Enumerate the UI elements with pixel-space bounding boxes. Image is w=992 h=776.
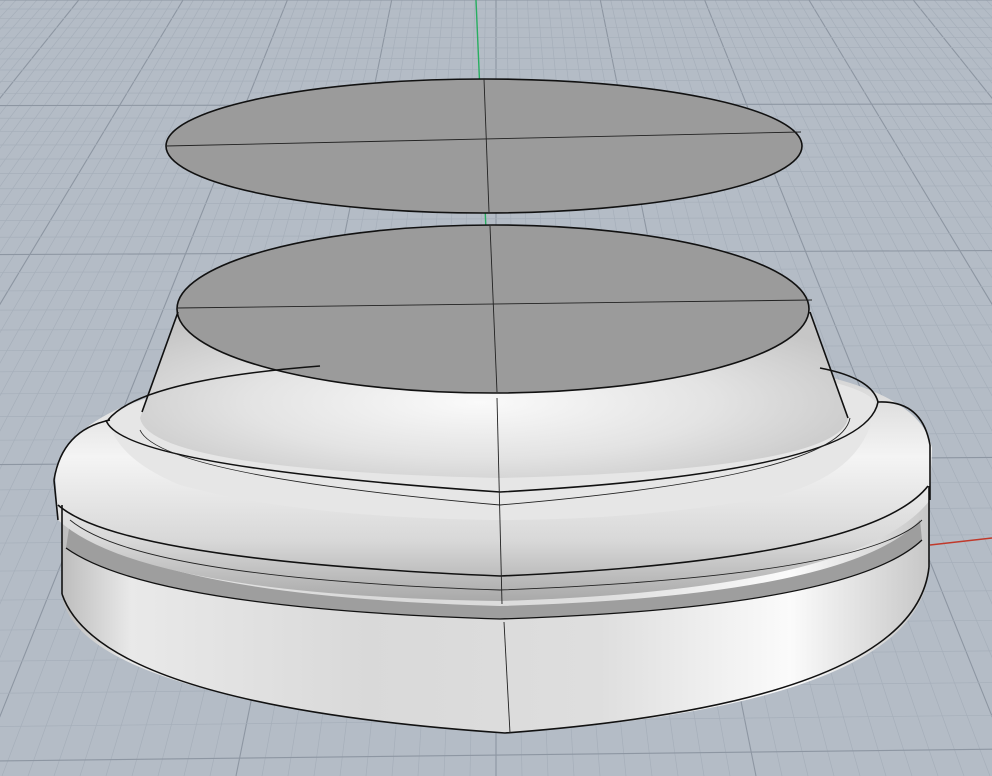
pedestal-base-solid[interactable] bbox=[53, 224, 932, 734]
floating-disc-surface[interactable] bbox=[165, 78, 803, 214]
grid-line-depth bbox=[0, 0, 90, 115]
grid-line-depth bbox=[0, 0, 17, 18]
grid-line-depth bbox=[0, 0, 6, 7]
viewport-canvas[interactable] bbox=[0, 0, 992, 776]
floating-disc-face[interactable] bbox=[165, 78, 803, 214]
grid-line-depth bbox=[0, 0, 38, 43]
grid-line-width bbox=[0, 47, 992, 49]
x-axis-line bbox=[929, 537, 992, 546]
pedestal-top-cap[interactable] bbox=[177, 225, 809, 393]
grid-line-depth bbox=[0, 0, 121, 168]
grid-line-depth bbox=[0, 0, 69, 84]
grid-line-depth bbox=[0, 0, 100, 132]
grid-line-width bbox=[0, 57, 992, 60]
perspective-viewport[interactable] bbox=[0, 0, 992, 776]
grid-line-depth bbox=[0, 0, 132, 188]
grid-line-depth bbox=[0, 0, 80, 99]
